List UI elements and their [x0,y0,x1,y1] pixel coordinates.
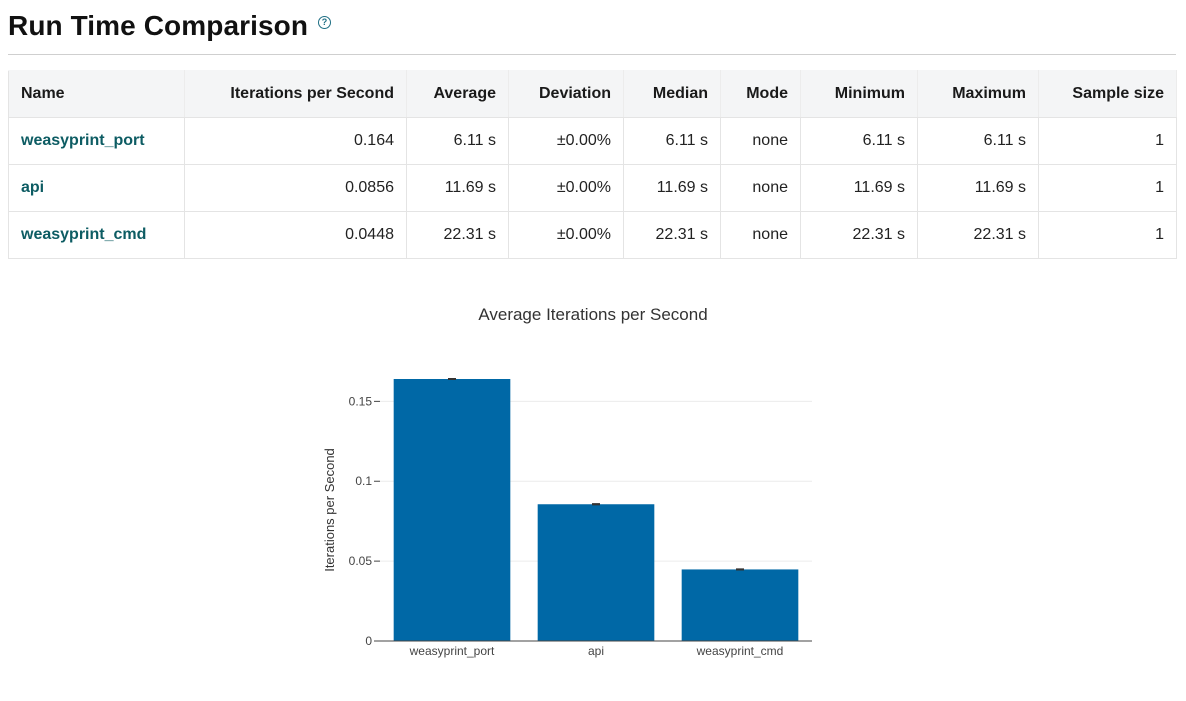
y-tick-label: 0.15 [349,394,373,408]
bar-chart: 0 0.05 0.1 0.15 Iterations per Second weasypr… [322,378,812,658]
bar [393,379,511,641]
y-axis-label: Iterations per Second [322,448,337,572]
y-tick-label: 0 [365,634,372,648]
x-tick-label: api [588,644,604,658]
x-tick-label: weasyprint_port [409,644,495,658]
y-tick-label: 0.1 [355,474,372,488]
y-tick-label: 0.05 [349,554,373,568]
x-tick-label: weasyprint_cmd [696,644,784,658]
bar [681,569,799,641]
bar [537,504,655,641]
